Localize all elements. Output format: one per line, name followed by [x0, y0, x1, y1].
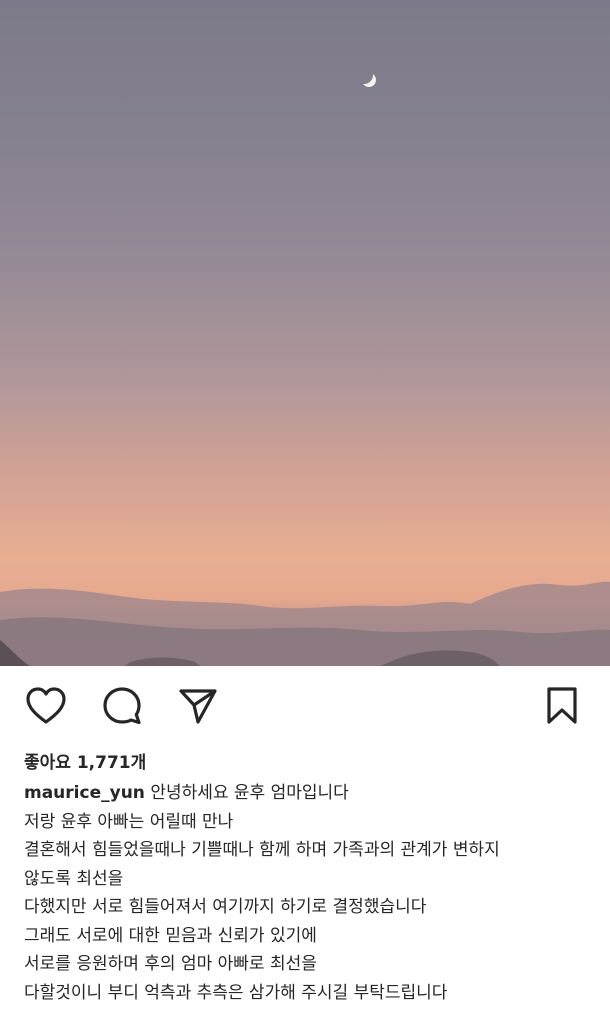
- comment-button[interactable]: [100, 684, 144, 728]
- comment-bubble-icon: [103, 687, 141, 725]
- share-button[interactable]: [176, 684, 220, 728]
- post-action-bar: [0, 666, 610, 746]
- post-caption: maurice_yun 안녕하세요 윤후 엄마입니다 저랑 윤후 아빠는 어릴때…: [24, 779, 594, 1007]
- save-button[interactable]: [540, 684, 584, 728]
- caption-line: 저랑 윤후 아빠는 어릴때 만나: [24, 811, 234, 832]
- sunset-sky-image: [0, 73, 610, 666]
- like-button[interactable]: [24, 684, 68, 728]
- likes-label: 좋아요: [24, 753, 71, 773]
- paper-plane-icon: [179, 689, 217, 724]
- heart-icon: [26, 687, 66, 724]
- moon-shape: [362, 73, 376, 87]
- post-photo[interactable]: [0, 0, 610, 666]
- caption-line: 다할것이니 부디 억측과 추측은 삼가해 주시길 부탁드립니다: [24, 982, 448, 1003]
- caption-line: 서로를 응원하며 후의 엄마 아빠로 최선을: [24, 954, 317, 974]
- caption-first-line: maurice_yun 안녕하세요 윤후 엄마입니다: [24, 779, 594, 808]
- likes-count[interactable]: 좋아요 1,771개: [24, 748, 146, 773]
- caption-line: 그래도 서로에 대한 믿음과 신뢰가 있기에: [24, 925, 317, 946]
- caption-line: 다했지만 서로 힘들어져서 여기까지 하기로 결정했습니다: [24, 897, 427, 917]
- likes-number: 1,771개: [76, 753, 147, 773]
- caption-line: 결혼해서 힘들었을때나 기쁠때나 함께 하며 가족과의 관계가 변하지: [24, 840, 500, 860]
- author-username[interactable]: maurice_yun: [24, 783, 145, 803]
- bookmark-icon: [547, 687, 577, 724]
- caption-text: 안녕하세요 윤후 엄마입니다: [150, 783, 349, 803]
- caption-line: 않도록 최선을: [24, 868, 124, 889]
